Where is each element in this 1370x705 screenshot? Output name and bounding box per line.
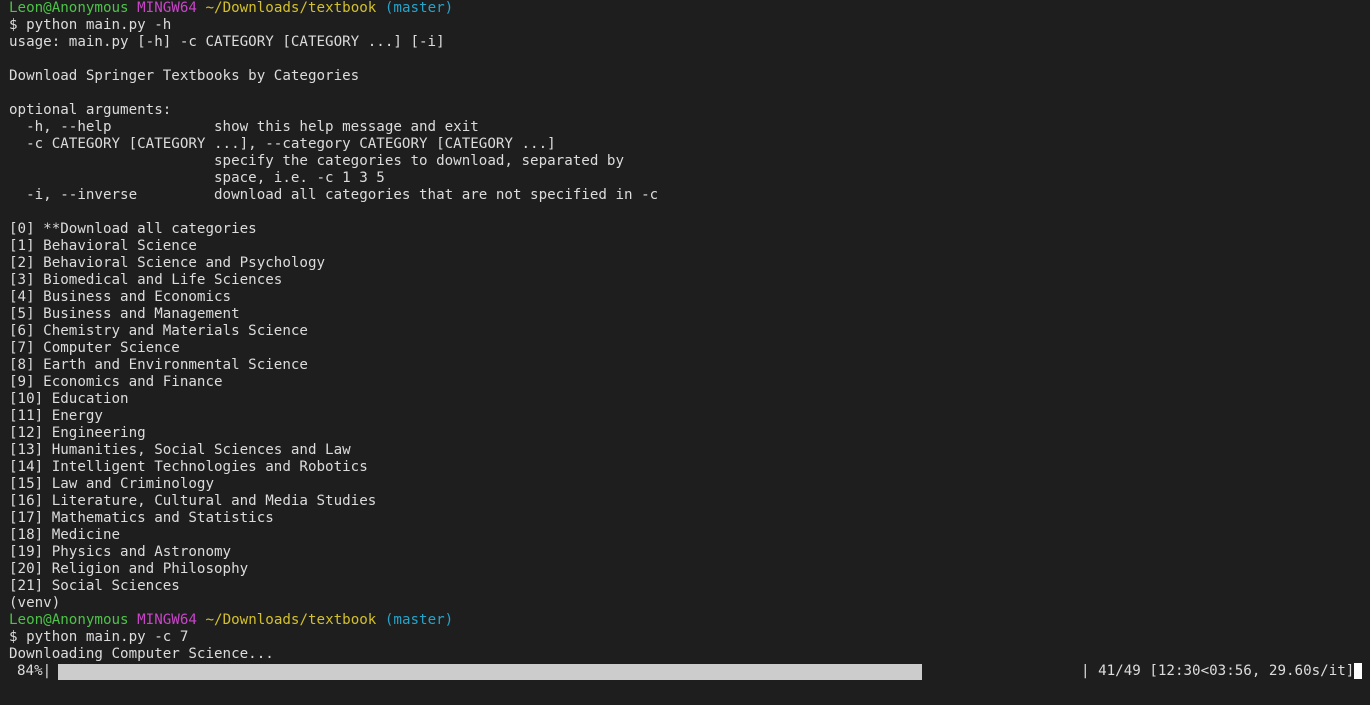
- progress-bar-fill: [58, 664, 922, 680]
- venv-indicator: (venv): [9, 595, 61, 611]
- usage-line: usage: main.py [-h] -c CATEGORY [CATEGOR…: [9, 34, 445, 50]
- category-item: [1] Behavioral Science: [9, 238, 197, 254]
- category-item: [3] Biomedical and Life Sciences: [9, 272, 283, 288]
- category-item: [12] Engineering: [9, 425, 146, 441]
- category-item: [11] Energy: [9, 408, 103, 424]
- help-option-line: -i, --inverse download all categories th…: [9, 187, 659, 203]
- prompt-path: ~/Downloads/textbook: [205, 0, 377, 16]
- category-item: [2] Behavioral Science and Psychology: [9, 255, 326, 271]
- category-item: [9] Economics and Finance: [9, 374, 223, 390]
- category-item: [8] Earth and Environmental Science: [9, 357, 308, 373]
- category-item: [13] Humanities, Social Sciences and Law: [9, 442, 351, 458]
- status-downloading: Downloading Computer Science...: [9, 646, 274, 662]
- help-option-line: -c CATEGORY [CATEGORY ...], --category C…: [9, 136, 556, 152]
- help-option-line: specify the categories to download, sepa…: [9, 153, 624, 169]
- progress-stats: | 41/49 [12:30<03:56, 29.60s/it]: [1081, 663, 1363, 680]
- prompt-path: ~/Downloads/textbook: [205, 612, 377, 628]
- prompt-branch: (master): [384, 0, 454, 16]
- category-item: [21] Social Sciences: [9, 578, 180, 594]
- category-item: [17] Mathematics and Statistics: [9, 510, 274, 526]
- prompt-symbol: $: [9, 629, 18, 645]
- text-cursor: [1354, 663, 1363, 679]
- progress-percent: 84%|: [17, 663, 52, 679]
- category-item: [4] Business and Economics: [9, 289, 232, 305]
- help-option-line: -h, --help show this help message and ex…: [9, 119, 479, 135]
- prompt-user: Leon@Anonymous: [9, 0, 129, 16]
- prompt-branch: (master): [384, 612, 454, 628]
- command-text: python main.py -h: [26, 17, 172, 33]
- category-item: [16] Literature, Cultural and Media Stud…: [9, 493, 377, 509]
- category-item: [5] Business and Management: [9, 306, 240, 322]
- help-section-title: optional arguments:: [9, 102, 172, 118]
- category-item: [0] **Download all categories: [9, 221, 257, 237]
- prompt-line: Leon@Anonymous MINGW64 ~/Downloads/textb…: [9, 612, 1361, 629]
- category-item: [19] Physics and Astronomy: [9, 544, 232, 560]
- category-item: [10] Education: [9, 391, 129, 407]
- category-item: [20] Religion and Philosophy: [9, 561, 249, 577]
- prompt-user: Leon@Anonymous: [9, 612, 129, 628]
- category-item: [18] Medicine: [9, 527, 121, 543]
- help-option-line: space, i.e. -c 1 3 5: [9, 170, 385, 186]
- terminal-window[interactable]: Leon@Anonymous MINGW64 ~/Downloads/textb…: [0, 0, 1370, 680]
- progress-stats-text: | 41/49 [12:30<03:56, 29.60s/it]: [1081, 663, 1355, 679]
- category-item: [6] Chemistry and Materials Science: [9, 323, 308, 339]
- category-item: [15] Law and Criminology: [9, 476, 214, 492]
- progress-line: 84%| | 41/49 [12:30<03:56, 29.60s/it]: [9, 663, 1363, 680]
- help-description: Download Springer Textbooks by Categorie…: [9, 68, 360, 84]
- prompt-symbol: $: [9, 17, 18, 33]
- command-line: $ python main.py -h: [9, 17, 1361, 34]
- progress-bar-track: [58, 664, 1086, 680]
- category-item: [14] Intelligent Technologies and Roboti…: [9, 459, 368, 475]
- prompt-line: Leon@Anonymous MINGW64 ~/Downloads/textb…: [9, 0, 1361, 17]
- category-item: [7] Computer Science: [9, 340, 180, 356]
- command-text: python main.py -c 7: [26, 629, 189, 645]
- prompt-host: MINGW64: [137, 0, 197, 16]
- prompt-host: MINGW64: [137, 612, 197, 628]
- command-line: $ python main.py -c 7: [9, 629, 1361, 646]
